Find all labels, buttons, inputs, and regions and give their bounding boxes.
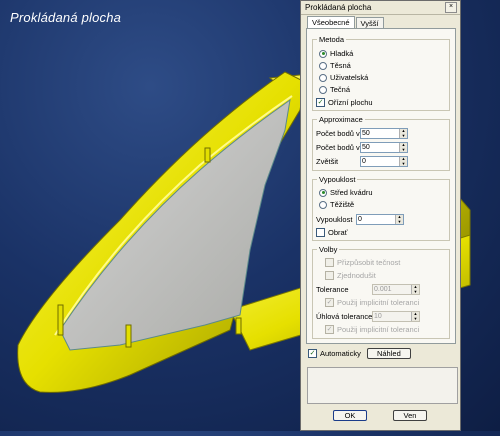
checkbox-simplify-label: Zjednodušit <box>337 271 376 280</box>
check-icon[interactable]: ✓ <box>316 98 325 107</box>
group-options: Volby Přizpůsobit tečnost Zjednodušit To… <box>312 245 450 339</box>
points-y-input[interactable] <box>361 143 399 152</box>
checkbox-reverse-label: Obrať <box>328 228 348 237</box>
automatic-row: ✓ Automaticky Náhled <box>308 348 411 359</box>
check-icon[interactable]: ✓ <box>325 325 334 334</box>
radio-centroid-label: Těžiště <box>330 200 355 209</box>
radio-indicator[interactable] <box>319 188 327 197</box>
radio-tangent[interactable]: Tečná <box>319 85 350 94</box>
preview-button[interactable]: Náhled <box>366 348 411 359</box>
tolerance-spinner[interactable]: ▲▼ <box>372 284 420 295</box>
radio-smooth-label: Hladká <box>330 49 354 58</box>
field-enlarge: Zvětšit ▲▼ <box>316 156 408 167</box>
points-y-spinner[interactable]: ▲▼ <box>360 142 408 153</box>
checkbox-implicit-tolerance-label: Použij implicitní toleranci <box>337 298 420 307</box>
field-tolerance-label: Tolerance <box>316 285 349 294</box>
field-angle-tolerance: Úhlová tolerance ▲▼ <box>316 311 420 322</box>
field-points-x: Počet bodů v x ▲▼ <box>316 128 408 139</box>
dialog-title: Prokládaná plocha <box>305 3 372 12</box>
checkbox-adapt-tangency-label: Přizpůsobit tečnost <box>337 258 401 267</box>
radio-indicator[interactable] <box>319 61 327 70</box>
checkbox-simplify[interactable]: Zjednodušit <box>325 271 376 280</box>
checkbox-reverse[interactable]: Obrať <box>316 228 348 237</box>
tolerance-input[interactable] <box>373 285 411 294</box>
pin-1 <box>57 304 64 336</box>
check-icon[interactable]: ✓ <box>325 298 334 307</box>
group-options-title: Volby <box>317 245 340 254</box>
field-tolerance: Tolerance ▲▼ <box>316 284 420 295</box>
points-x-spinner[interactable]: ▲▼ <box>360 128 408 139</box>
infill-surface-dialog: Prokládaná plocha × Všeobecné Vyšší Meto… <box>300 0 461 431</box>
radio-tight-label: Těsná <box>330 61 351 70</box>
radio-centroid[interactable]: Těžiště <box>319 200 354 209</box>
checkbox-adapt-tangency[interactable]: Přizpůsobit tečnost <box>325 258 400 267</box>
radio-user[interactable]: Uživatelská <box>319 73 368 82</box>
enlarge-spinner[interactable]: ▲▼ <box>360 156 408 167</box>
automatic-label: Automaticky <box>320 349 361 358</box>
radio-smooth[interactable]: Hladká <box>319 49 353 58</box>
pin-3 <box>204 147 211 163</box>
group-convexity-title: Vypouklost <box>317 175 358 184</box>
down-arrow-icon[interactable]: ▼ <box>396 219 403 224</box>
field-convexity-label: Vypouklost <box>316 215 353 224</box>
radio-tight[interactable]: Těsná <box>319 61 351 70</box>
field-convexity: Vypouklost ▲▼ <box>316 214 404 225</box>
radio-tangent-label: Tečná <box>330 85 351 94</box>
points-x-input[interactable] <box>361 129 399 138</box>
enlarge-input[interactable] <box>361 157 399 166</box>
down-arrow-icon[interactable]: ▼ <box>400 133 407 138</box>
field-angle-tolerance-label: Úhlová tolerance <box>316 312 373 321</box>
checkbox-implicit-tolerance-2[interactable]: ✓ Použij implicitní toleranci <box>325 325 419 334</box>
close-icon: × <box>448 3 454 10</box>
check-icon[interactable]: ✓ <box>308 349 317 358</box>
radio-indicator[interactable] <box>319 49 327 58</box>
radio-user-label: Uživatelská <box>330 73 369 82</box>
group-method-title: Metoda <box>317 35 347 44</box>
checkbox-box[interactable] <box>325 258 334 267</box>
angle-tolerance-input[interactable] <box>373 312 411 321</box>
angle-tolerance-spinner[interactable]: ▲▼ <box>372 311 420 322</box>
convexity-input[interactable] <box>357 215 395 224</box>
convexity-spinner[interactable]: ▲▼ <box>356 214 404 225</box>
radio-indicator[interactable] <box>319 73 327 82</box>
down-arrow-icon[interactable]: ▼ <box>400 147 407 152</box>
radio-indicator[interactable] <box>319 200 327 209</box>
viewport-title: Prokládaná plocha <box>10 10 122 25</box>
pin-2 <box>125 324 132 348</box>
ok-button[interactable]: OK <box>333 410 367 421</box>
group-convexity: Vypouklost Střed kvádru Těžiště Vypouklo… <box>312 175 450 241</box>
field-points-y-label: Počet bodů v y <box>316 143 366 152</box>
close-button[interactable]: × <box>445 2 457 13</box>
down-arrow-icon[interactable]: ▼ <box>400 161 407 166</box>
checkbox-trim-label: Ořízní plochu <box>328 98 373 107</box>
radio-box-center-label: Střed kvádru <box>330 188 373 197</box>
checkbox-trim[interactable]: ✓ Ořízní plochu <box>316 98 373 107</box>
field-points-y: Počet bodů v y ▲▼ <box>316 142 408 153</box>
checkbox-implicit-tolerance-2-label: Použij implicitní toleranci <box>337 325 420 334</box>
cancel-button[interactable]: Ven <box>393 410 427 421</box>
group-approximation: Approximace Počet bodů v x ▲▼ Počet bodů… <box>312 115 450 171</box>
radio-indicator[interactable] <box>319 85 327 94</box>
checkbox-implicit-tolerance[interactable]: ✓ Použij implicitní toleranci <box>325 298 419 307</box>
group-method: Metoda Hladká Těsná Uživatelská Tečná ✓ … <box>312 35 450 111</box>
dialog-titlebar[interactable]: Prokládaná plocha × <box>301 1 460 15</box>
pin-4 <box>235 317 242 335</box>
checkbox-box[interactable] <box>316 228 325 237</box>
radio-box-center[interactable]: Střed kvádru <box>319 188 373 197</box>
down-arrow-icon[interactable]: ▼ <box>412 316 419 321</box>
tab-panel-general: Metoda Hladká Těsná Uživatelská Tečná ✓ … <box>306 28 456 344</box>
field-enlarge-label: Zvětšit <box>316 157 339 166</box>
checkbox-box[interactable] <box>325 271 334 280</box>
group-approximation-title: Approximace <box>317 115 365 124</box>
down-arrow-icon[interactable]: ▼ <box>412 289 419 294</box>
field-points-x-label: Počet bodů v x <box>316 129 366 138</box>
info-panel <box>307 367 458 404</box>
